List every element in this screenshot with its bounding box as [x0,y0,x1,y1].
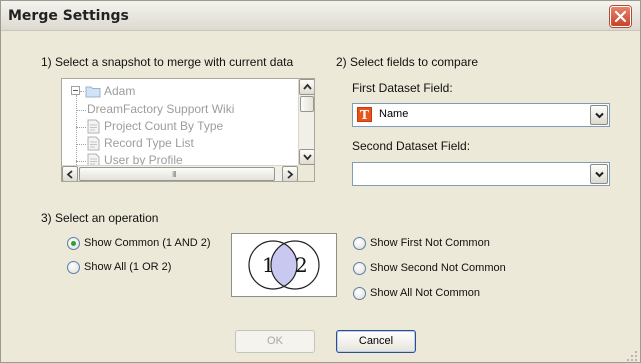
tree-item-label: Project Count By Type [104,119,224,133]
scroll-left-button[interactable] [62,166,78,181]
tree-item-label: DreamFactory Support Wiki [87,102,235,116]
radio-show-first-not-common[interactable]: Show First Not Common [353,236,533,252]
radio-label: Show Second Not Common [370,262,506,274]
venn-right-label: 2 [295,253,308,277]
radio-button[interactable] [67,261,80,274]
first-field-value: Name [379,108,409,120]
cancel-button[interactable]: Cancel [336,330,416,353]
arrow-left-icon [66,170,73,179]
fields-section-label: 2) Select fields to compare [336,55,479,69]
document-icon [87,153,100,165]
radio-label: Show First Not Common [370,237,490,249]
first-field-dropdown-button[interactable] [590,105,608,125]
radio-show-all-not-common[interactable]: Show All Not Common [353,286,533,302]
scroll-up-button[interactable] [299,79,314,95]
radio-label: Show Common (1 AND 2) [84,237,211,249]
chevron-down-icon [595,171,604,178]
radio-show-second-not-common[interactable]: Show Second Not Common [353,261,533,277]
scroll-down-button[interactable] [299,149,314,165]
chevron-down-icon [595,112,604,119]
snapshot-section-label: 1) Select a snapshot to merge with curre… [41,55,294,69]
radio-button[interactable] [353,262,366,275]
scroll-right-button[interactable] [282,166,298,181]
vertical-scroll-thumb[interactable] [300,96,314,112]
arrow-down-icon [303,154,312,161]
tree-item-user-profile[interactable]: User by Profile [62,152,298,165]
snapshot-tree[interactable]: Adam DreamFactory Support Wiki Project C… [61,78,315,182]
collapse-expander-icon[interactable] [71,86,80,95]
arrow-up-icon [303,83,312,90]
venn-diagram-graphic: 1 2 [248,240,320,290]
radio-label: Show All Not Common [370,287,481,299]
radio-show-all[interactable]: Show All (1 OR 2) [67,260,227,276]
document-icon [87,119,100,134]
tree-item-record-type[interactable]: Record Type List [62,135,298,152]
merge-settings-dialog: Merge Settings 1) Select a snapshot to m… [0,0,641,363]
radio-button[interactable] [353,287,366,300]
tree-item-label: Adam [104,84,136,98]
venn-left-label: 1 [262,253,275,277]
scrollbar-corner [298,165,314,181]
dialog-title: Merge Settings [8,8,129,24]
tree-viewport: Adam DreamFactory Support Wiki Project C… [62,79,298,165]
scroll-grip: III [172,170,177,179]
tree-item-project-count[interactable]: Project Count By Type [62,118,298,135]
second-field-dropdown[interactable] [352,162,610,186]
resize-grip-icon[interactable] [626,350,638,362]
tree-item-label: User by Profile [104,153,183,165]
tree-horizontal-scrollbar[interactable]: III [62,165,298,181]
venn-diagram: 1 2 [231,233,337,297]
tree-connector-line [80,91,84,92]
radio-button[interactable] [353,237,366,250]
folder-icon [85,86,101,98]
radio-button[interactable] [67,237,80,250]
second-field-dropdown-button[interactable] [590,164,608,184]
radio-label: Show All (1 OR 2) [84,261,172,273]
first-field-label: First Dataset Field: [352,81,453,95]
document-icon [87,136,100,151]
ok-button[interactable]: OK [235,330,315,353]
second-field-label: Second Dataset Field: [352,139,471,153]
tree-item-adam[interactable]: Adam [62,83,298,100]
first-field-dropdown[interactable]: T Name [352,103,610,127]
close-button[interactable] [610,6,631,27]
arrow-right-icon [287,170,294,179]
operation-section-label: 3) Select an operation [41,211,159,225]
tree-vertical-scrollbar[interactable] [298,79,314,165]
text-field-icon: T [357,107,372,122]
radio-show-common[interactable]: Show Common (1 AND 2) [67,236,227,252]
tree-item-dreamfactory[interactable]: DreamFactory Support Wiki [62,101,298,118]
radio-selected-dot [71,241,76,246]
tree-item-label: Record Type List [104,136,194,150]
title-bar: Merge Settings [1,1,640,31]
close-icon [615,11,626,22]
horizontal-scroll-thumb[interactable]: III [79,167,275,181]
